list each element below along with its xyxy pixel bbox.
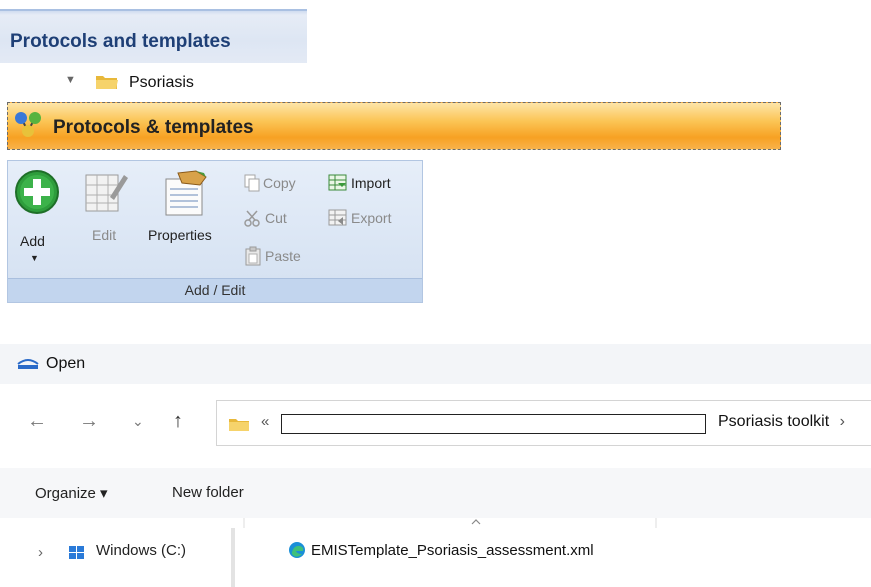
breadcrumb[interactable]: Psoriasis toolkit › (718, 413, 845, 431)
copy-button[interactable]: Copy (244, 172, 296, 194)
nav-pane-drive[interactable]: Windows (C:) (96, 542, 186, 559)
section-header[interactable]: Protocols and templates (0, 9, 307, 63)
forward-icon[interactable]: → (79, 410, 99, 433)
properties-button[interactable]: Properties (146, 165, 230, 255)
back-icon[interactable]: ← (27, 410, 47, 433)
copy-icon (244, 174, 260, 192)
navigation-bar: ← → ⌄ ↑ « Psoriasis toolkit › (0, 396, 871, 452)
emis-icon (17, 359, 39, 369)
column-header-strip (243, 518, 657, 528)
cut-label: Cut (265, 210, 287, 226)
properties-icon (165, 170, 207, 216)
tree-expand-icon[interactable]: ▼ (65, 74, 76, 86)
header-title: Protocols & templates (53, 117, 254, 138)
dropdown-icon[interactable]: ⌄ (132, 413, 144, 430)
folder-icon (229, 419, 249, 431)
command-bar: Organize ▾ New folder (0, 468, 871, 518)
add-button[interactable]: Add ▼ (10, 165, 64, 275)
cut-icon (244, 210, 260, 227)
tree-item-label: Psoriasis (129, 74, 194, 91)
folder-icon (96, 76, 118, 89)
add-label: Add (20, 233, 45, 249)
file-item[interactable]: EMISTemplate_Psoriasis_assessment.xml (311, 542, 594, 559)
section-title: Protocols and templates (10, 31, 231, 52)
edit-button[interactable]: Edit (78, 165, 128, 255)
breadcrumb-chevron-icon[interactable]: › (840, 413, 845, 430)
copy-label: Copy (263, 175, 296, 191)
paste-icon (245, 246, 261, 266)
address-bar[interactable]: « Psoriasis toolkit › (216, 400, 871, 446)
pane-splitter[interactable] (231, 528, 235, 587)
tree-item-psoriasis[interactable]: ▼ Psoriasis (0, 66, 300, 98)
open-dialog-titlebar: Open (0, 344, 871, 384)
organize-button[interactable]: Organize ▾ (35, 484, 108, 502)
paste-label: Paste (265, 248, 301, 264)
edit-label: Edit (92, 227, 117, 243)
file-list-row: › Windows (C:) EMISTemplate_Psoriasis_as… (0, 528, 871, 587)
edit-icon (85, 174, 128, 212)
export-icon (328, 209, 347, 226)
properties-label: Properties (148, 227, 212, 243)
export-button[interactable]: Export (328, 207, 391, 229)
drive-icon (69, 546, 84, 559)
paste-button[interactable]: Paste (244, 245, 301, 267)
protocols-icon (15, 112, 41, 137)
breadcrumb-current[interactable]: Psoriasis toolkit (718, 413, 829, 430)
import-button[interactable]: Import (328, 172, 391, 194)
cut-button[interactable]: Cut (244, 207, 287, 229)
new-folder-button[interactable]: New folder (172, 484, 244, 501)
ribbon-group-label: Add / Edit (8, 278, 422, 302)
import-icon (328, 174, 347, 191)
chevron-right-icon[interactable]: › (38, 544, 43, 561)
edge-icon (289, 542, 305, 558)
chevron-down-icon: ▼ (30, 253, 39, 263)
export-label: Export (351, 210, 392, 226)
dialog-title: Open (46, 355, 86, 372)
import-label: Import (351, 175, 391, 191)
breadcrumb-overflow[interactable]: « (261, 413, 269, 430)
protocols-header-bar: Protocols & templates (7, 102, 781, 150)
add-icon (15, 170, 59, 214)
redacted-path (281, 414, 706, 434)
ribbon-group-add-edit: Add ▼ Edit Properties Copy Cut Paste Imp… (7, 160, 423, 303)
up-icon[interactable]: ↑ (173, 410, 183, 433)
